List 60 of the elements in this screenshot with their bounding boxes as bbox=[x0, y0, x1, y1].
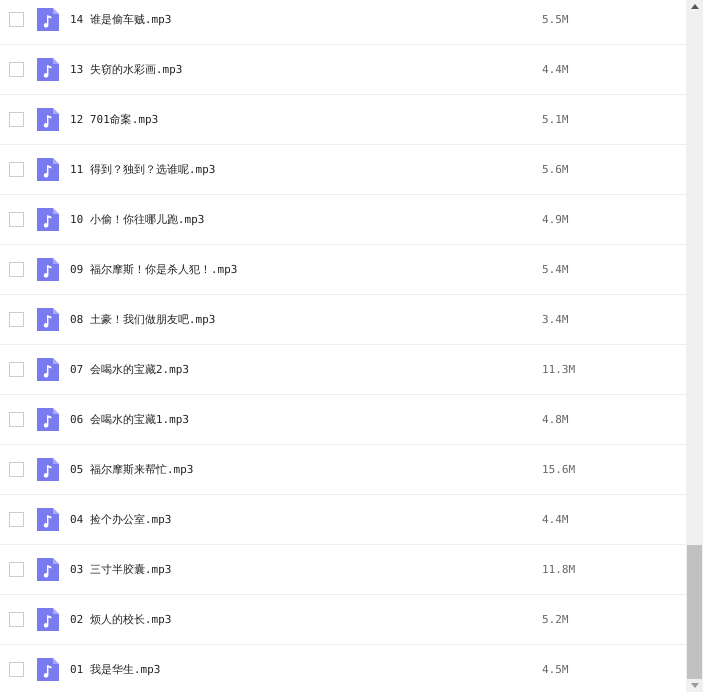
checkbox[interactable] bbox=[9, 262, 24, 277]
file-size: 5.6M bbox=[542, 163, 568, 176]
file-name: 01 我是华生.mp3 bbox=[70, 662, 162, 677]
checkbox[interactable] bbox=[9, 162, 24, 177]
file-size: 3.4M bbox=[542, 313, 568, 326]
file-size: 5.5M bbox=[542, 13, 568, 26]
checkbox[interactable] bbox=[9, 512, 24, 527]
checkbox[interactable] bbox=[9, 662, 24, 677]
checkbox[interactable] bbox=[9, 312, 24, 327]
checkbox[interactable] bbox=[9, 12, 24, 27]
scrollbar-thumb[interactable] bbox=[687, 545, 702, 679]
file-name: 13 失窃的水彩画.mp3 bbox=[70, 62, 184, 77]
scroll-up-icon[interactable] bbox=[690, 4, 698, 9]
music-file-icon bbox=[37, 658, 59, 681]
file-name: 04 捡个办公室.mp3 bbox=[70, 512, 172, 527]
file-size: 11.8M bbox=[542, 563, 576, 576]
music-file-icon bbox=[37, 258, 59, 281]
file-name: 12 701命案.mp3 bbox=[70, 112, 160, 127]
checkbox[interactable] bbox=[9, 212, 24, 227]
checkbox[interactable] bbox=[9, 62, 24, 77]
checkbox[interactable] bbox=[9, 562, 24, 577]
checkbox[interactable] bbox=[9, 412, 24, 427]
file-size: 4.9M bbox=[542, 213, 568, 226]
file-size: 15.6M bbox=[542, 463, 576, 476]
music-file-icon bbox=[37, 508, 59, 531]
music-file-icon bbox=[37, 208, 59, 231]
file-size: 4.4M bbox=[542, 63, 568, 76]
music-file-icon bbox=[37, 8, 59, 31]
scroll-down-icon[interactable] bbox=[690, 683, 698, 688]
checkbox[interactable] bbox=[9, 612, 24, 627]
file-size: 11.3M bbox=[542, 363, 576, 376]
music-file-icon bbox=[37, 58, 59, 81]
music-file-icon bbox=[37, 458, 59, 481]
music-file-icon bbox=[37, 558, 59, 581]
file-name: 08 土豪！我们做朋友吧.mp3 bbox=[70, 312, 216, 327]
file-size: 5.1M bbox=[542, 113, 568, 126]
file-size: 5.2M bbox=[542, 613, 568, 626]
checkbox[interactable] bbox=[9, 462, 24, 477]
checkbox[interactable] bbox=[9, 112, 24, 127]
file-name: 09 福尔摩斯！你是杀人犯！.mp3 bbox=[70, 262, 238, 277]
file-name: 06 会喝水的宝藏1.mp3 bbox=[70, 412, 190, 427]
file-name: 07 会喝水的宝藏2.mp3 bbox=[70, 362, 190, 377]
file-size: 4.5M bbox=[542, 663, 568, 676]
music-file-icon bbox=[37, 408, 59, 431]
file-size: 4.4M bbox=[542, 513, 568, 526]
music-file-icon bbox=[37, 358, 59, 381]
music-file-icon bbox=[37, 608, 59, 631]
file-name: 10 小偷！你往哪儿跑.mp3 bbox=[70, 212, 206, 227]
file-name: 02 烦人的校长.mp3 bbox=[70, 612, 172, 627]
file-name: 11 得到？独到？选谁呢.mp3 bbox=[70, 162, 216, 177]
checkbox[interactable] bbox=[9, 362, 24, 377]
scrollbar[interactable] bbox=[686, 0, 703, 692]
file-size: 5.4M bbox=[542, 263, 568, 276]
music-file-icon bbox=[37, 308, 59, 331]
file-name: 03 三寸半胶囊.mp3 bbox=[70, 562, 172, 577]
music-file-icon bbox=[37, 108, 59, 131]
file-name: 14 谁是偷车贼.mp3 bbox=[70, 12, 172, 27]
file-size: 4.8M bbox=[542, 413, 568, 426]
music-file-icon bbox=[37, 158, 59, 181]
file-name: 05 福尔摩斯来帮忙.mp3 bbox=[70, 462, 194, 477]
